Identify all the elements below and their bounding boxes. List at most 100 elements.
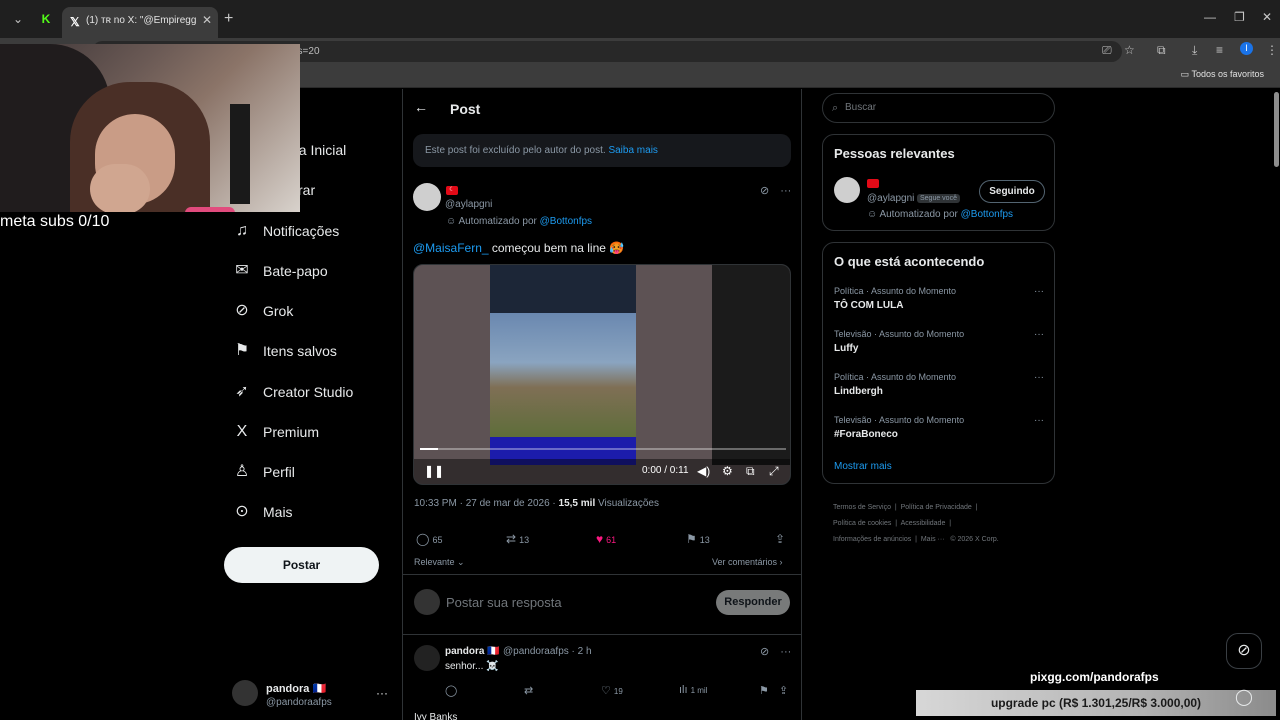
back-arrow-icon[interactable]: ←: [414, 99, 428, 115]
repost-icon[interactable]: ⇄: [524, 684, 533, 697]
more-dots-icon[interactable]: ···: [780, 185, 791, 197]
bookmark-button[interactable]: ⚑ 13: [686, 532, 710, 546]
browser-menu-icon[interactable]: ⋮: [1266, 43, 1278, 57]
automated-by-link[interactable]: @Bottonfps: [961, 209, 1013, 220]
reply-button[interactable]: ◯ 65: [416, 532, 442, 546]
avatar[interactable]: [834, 177, 860, 203]
nav-bookmarks[interactable]: ⚑ Itens salvos: [232, 336, 337, 366]
see-comments-link[interactable]: Ver comentários ›: [712, 557, 783, 567]
new-tab-icon[interactable]: +: [224, 10, 233, 28]
minimize-icon[interactable]: —: [1204, 10, 1216, 24]
post-text: @MaisaFern_ começou bem na line 🥵: [413, 241, 625, 255]
footer-link[interactable]: Política de cookies: [833, 520, 891, 527]
following-button[interactable]: Seguindo: [979, 180, 1045, 203]
messages-float-icon[interactable]: ◯: [1226, 683, 1262, 713]
trend-item[interactable]: Política · Assunto do Momento Lindbergh …: [834, 372, 1044, 397]
tab-search-icon[interactable]: ⌄: [8, 9, 28, 29]
show-more-link[interactable]: Mostrar mais: [834, 461, 892, 472]
nav-profile[interactable]: ♙ Perfil: [232, 457, 295, 487]
pip-icon[interactable]: ⧉: [746, 464, 755, 479]
active-tab[interactable]: 𝕏 (1) ᴛʀ no X: "@EmpireggSp ✕: [62, 7, 218, 38]
window-close-icon[interactable]: ✕: [1262, 10, 1272, 24]
bookmark-icon[interactable]: ⚑: [759, 684, 769, 697]
learn-more-link[interactable]: Saiba mais: [608, 145, 657, 156]
donation-goal-bar: upgrade pc (R$ 1.301,25/R$ 3.000,00): [916, 690, 1276, 716]
footer-link[interactable]: Política de Privacidade: [901, 504, 972, 511]
extensions-icon[interactable]: ⧉: [1157, 43, 1166, 58]
reply-icon[interactable]: ◯: [445, 684, 457, 697]
repost-button[interactable]: ⇄ 13: [506, 532, 529, 546]
more-dots-icon[interactable]: ···: [1034, 372, 1044, 383]
like-button[interactable]: ♡ 19: [601, 684, 623, 697]
views-button[interactable]: ılı 1 mil: [679, 684, 707, 696]
pause-icon[interactable]: ❚❚: [424, 464, 444, 478]
comment-actions: ◯ ⇄ ♡ 19 ılı 1 mil ⚑ ⇪: [445, 684, 791, 698]
nav-messages[interactable]: ✉ Bate-papo: [232, 256, 327, 286]
like-button[interactable]: ♥ 61: [596, 532, 616, 546]
search-input[interactable]: ⌕ Buscar: [822, 93, 1055, 123]
more-dots-icon[interactable]: ···: [376, 686, 388, 700]
comment-avatar[interactable]: [414, 645, 440, 671]
author-avatar[interactable]: [413, 183, 441, 211]
more-dots-icon[interactable]: ···: [1034, 329, 1044, 340]
author-handle[interactable]: @aylapgni: [445, 199, 492, 210]
footer-link[interactable]: Informações de anúncios: [833, 536, 911, 543]
footer-link[interactable]: Mais ···: [921, 536, 945, 543]
media-control-icon[interactable]: ≡: [1216, 43, 1223, 57]
nav-grok[interactable]: ⊘ Grok: [232, 296, 293, 326]
footer-link[interactable]: Acessibilidade: [901, 520, 946, 527]
relevant-handle[interactable]: @aylapgni: [867, 193, 914, 204]
trend-item[interactable]: Política · Assunto do Momento TÔ COM LUL…: [834, 286, 1044, 311]
next-comment-author[interactable]: Ivy Banks: [414, 712, 457, 720]
nav-more[interactable]: ⊙ Mais: [232, 497, 292, 527]
grok-icon[interactable]: ⊘: [760, 185, 769, 197]
sort-dropdown[interactable]: Relevante ⌄: [414, 557, 465, 568]
all-bookmarks-folder[interactable]: ▭ Todos os favoritos: [1181, 69, 1264, 80]
fullscreen-icon[interactable]: ⤢: [769, 464, 779, 479]
share-icon[interactable]: ⇪: [779, 684, 788, 697]
views-count: 15,5 mil: [558, 498, 596, 509]
comment-handle[interactable]: @pandoraafps · 2 h: [503, 646, 592, 657]
comment-author[interactable]: pandora 🇫🇷: [445, 646, 500, 657]
more-dots-icon[interactable]: ···: [780, 646, 791, 658]
bookmark-star-icon[interactable]: ☆: [1124, 43, 1135, 57]
browser-tab-bar: ⌄ K 𝕏 (1) ᴛʀ no X: "@EmpireggSp ✕ + — ❐ …: [0, 0, 1280, 38]
grok-float-icon[interactable]: ⊘: [1226, 633, 1262, 669]
heart-icon: ♥: [596, 532, 604, 546]
volume-icon[interactable]: ◀): [697, 464, 710, 478]
post-button[interactable]: Postar: [224, 547, 379, 583]
reply-input[interactable]: Postar sua resposta: [446, 595, 562, 610]
trend-item[interactable]: Televisão · Assunto do Momento Luffy ···: [834, 329, 1044, 354]
mention-link[interactable]: @MaisaFern_: [413, 241, 489, 255]
x-favicon-icon: 𝕏: [70, 15, 80, 29]
share-icon[interactable]: ⇪: [775, 532, 785, 546]
trend-item[interactable]: Televisão · Assunto do Momento #ForaBone…: [834, 415, 1044, 440]
scrollbar[interactable]: [1274, 92, 1279, 167]
nav-notifications[interactable]: ♫ Notificações: [232, 216, 339, 246]
turkey-flag-icon: [867, 179, 879, 188]
grok-icon[interactable]: ⊘: [760, 646, 769, 658]
more-circle-icon: ⊙: [235, 503, 249, 520]
install-app-icon[interactable]: ⎚: [1102, 43, 1112, 58]
video-progress-bar[interactable]: [420, 448, 786, 450]
kick-tab-icon[interactable]: K: [36, 9, 56, 29]
nav-premium[interactable]: X Premium: [232, 417, 319, 447]
chart-icon: ılı: [679, 684, 688, 696]
tab-close-icon[interactable]: ✕: [202, 13, 212, 27]
chevron-right-icon: ›: [779, 557, 783, 567]
more-dots-icon[interactable]: ···: [1034, 415, 1044, 426]
video-chat-panel: [712, 265, 790, 465]
nav-creator-studio[interactable]: ➶ Creator Studio: [232, 377, 353, 407]
account-switcher[interactable]: pandora 🇫🇷 @pandoraafps ···: [232, 680, 392, 710]
settings-icon[interactable]: ⚙: [722, 464, 733, 478]
reply-submit-button[interactable]: Responder: [716, 590, 790, 615]
footer-link[interactable]: Termos de Serviço: [833, 504, 891, 511]
video-player[interactable]: ❚❚ 0:00 / 0:11 ◀) ⚙ ⧉ ⤢: [413, 264, 791, 485]
automated-by-link[interactable]: @Bottonfps: [540, 216, 592, 227]
profile-avatar[interactable]: I: [1240, 42, 1253, 55]
more-dots-icon[interactable]: ···: [1034, 286, 1044, 297]
download-icon[interactable]: ⤓: [1192, 43, 1197, 58]
microphone: [185, 207, 235, 212]
video-time: 0:00 / 0:11: [642, 465, 689, 476]
restore-icon[interactable]: ❐: [1234, 10, 1245, 24]
